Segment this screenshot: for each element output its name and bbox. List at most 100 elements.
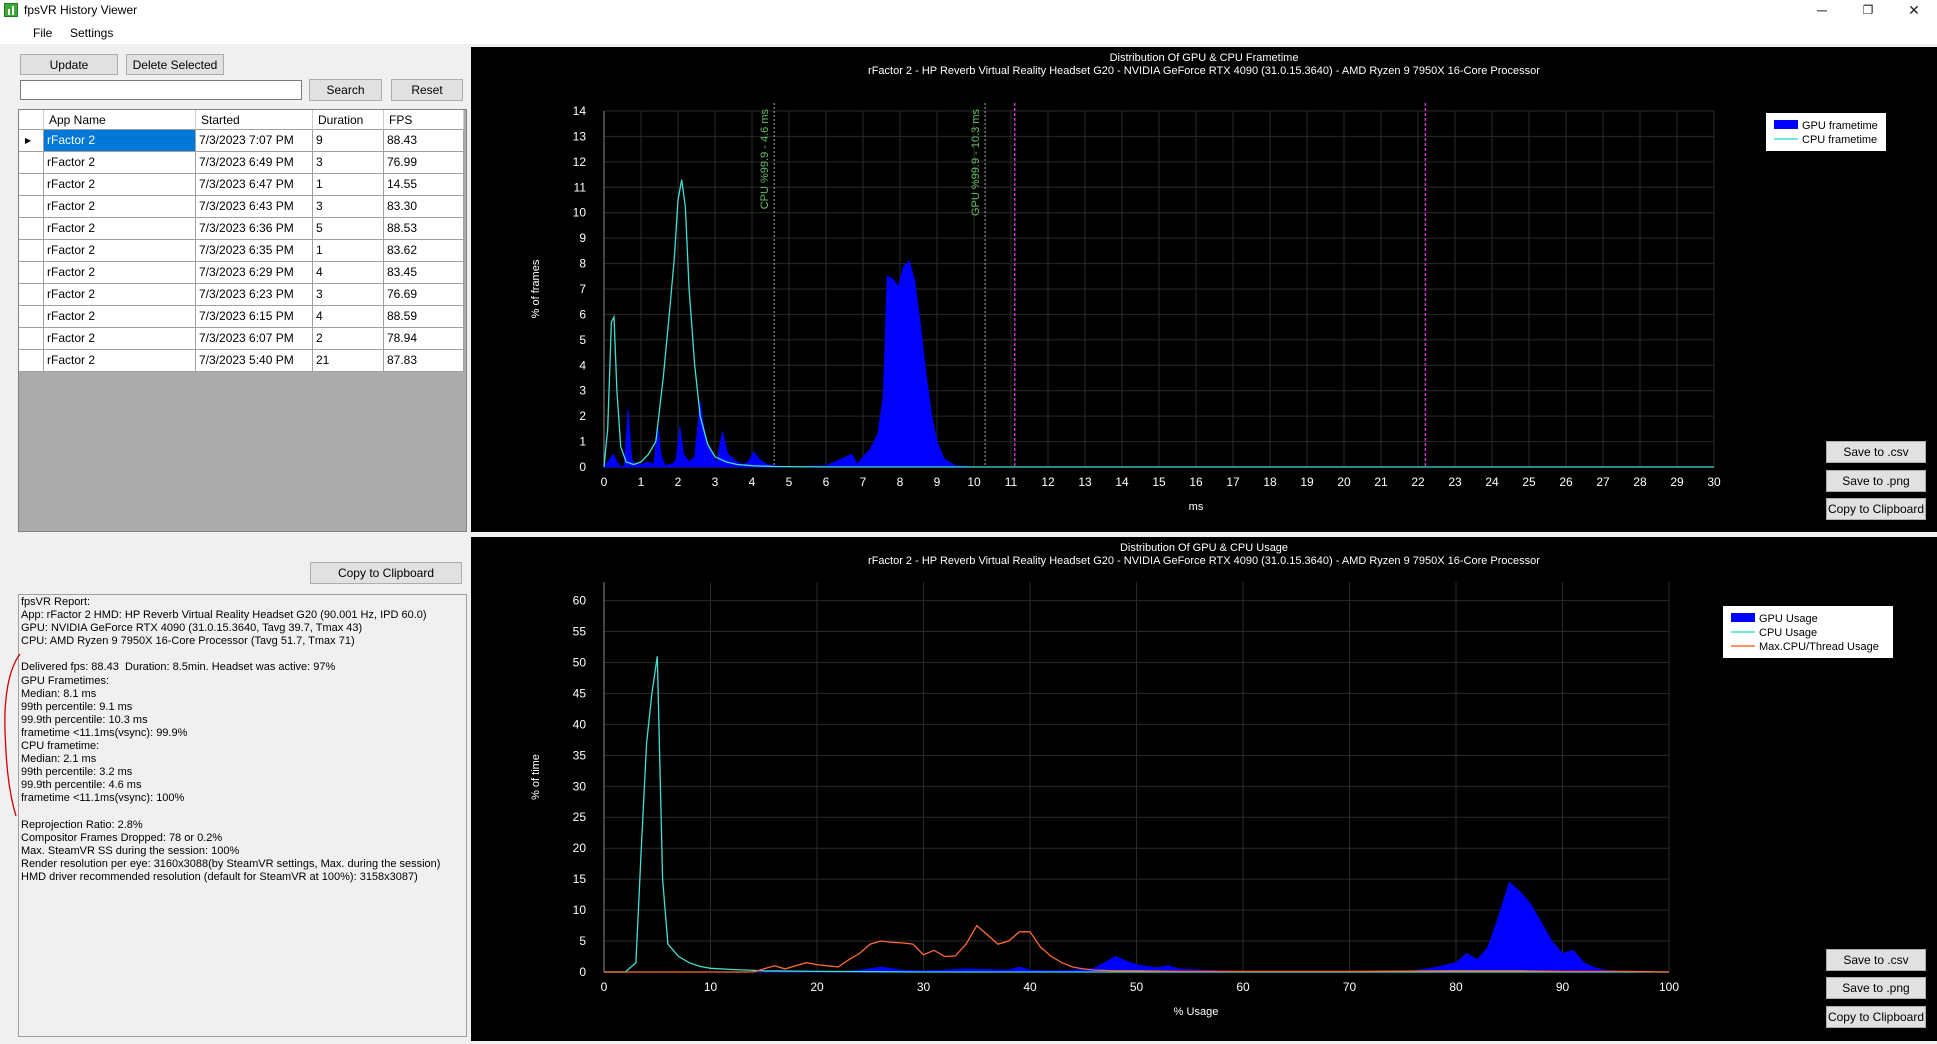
- table-cell[interactable]: 83.45: [384, 262, 464, 284]
- usage-save-csv-button[interactable]: Save to .csv: [1826, 949, 1926, 971]
- column-header[interactable]: App Name: [44, 110, 196, 130]
- x-tick-label: 1: [638, 475, 645, 489]
- x-tick-label: 22: [1411, 475, 1425, 489]
- row-header[interactable]: [19, 196, 44, 218]
- x-tick-label: 6: [823, 475, 830, 489]
- table-cell[interactable]: rFactor 2: [44, 328, 196, 350]
- column-header[interactable]: Duration: [313, 110, 384, 130]
- x-tick-label: 20: [1337, 475, 1351, 489]
- table-cell[interactable]: 7/3/2023 6:23 PM: [196, 284, 313, 306]
- table-cell[interactable]: 3: [313, 196, 384, 218]
- row-header[interactable]: [19, 262, 44, 284]
- table-cell[interactable]: 3: [313, 284, 384, 306]
- table-cell[interactable]: 7/3/2023 6:36 PM: [196, 218, 313, 240]
- table-cell[interactable]: 21: [313, 350, 384, 372]
- delete-selected-button[interactable]: Delete Selected: [126, 54, 224, 75]
- minimize-icon[interactable]: ─: [1799, 0, 1845, 22]
- table-cell[interactable]: 88.59: [384, 306, 464, 328]
- table-cell[interactable]: 2: [313, 328, 384, 350]
- table-cell[interactable]: 7/3/2023 7:07 PM: [196, 130, 313, 152]
- usage-copy-clipboard-button[interactable]: Copy to Clipboard: [1826, 1006, 1926, 1028]
- table-cell[interactable]: rFactor 2: [44, 174, 196, 196]
- menu-settings[interactable]: Settings: [70, 26, 113, 40]
- table-cell[interactable]: 83.62: [384, 240, 464, 262]
- table-cell[interactable]: 3: [313, 152, 384, 174]
- report-line: 99.9th percentile: 4.6 ms: [21, 779, 142, 792]
- row-header[interactable]: [19, 152, 44, 174]
- table-cell[interactable]: 7/3/2023 6:35 PM: [196, 240, 313, 262]
- table-cell[interactable]: rFactor 2: [44, 306, 196, 328]
- table-cell[interactable]: rFactor 2: [44, 152, 196, 174]
- table-cell[interactable]: 1: [313, 240, 384, 262]
- table-cell[interactable]: rFactor 2: [44, 350, 196, 372]
- close-icon[interactable]: ✕: [1891, 0, 1937, 22]
- menu-file[interactable]: File: [33, 26, 52, 40]
- table-cell[interactable]: 4: [313, 306, 384, 328]
- search-button[interactable]: Search: [309, 79, 382, 101]
- table-cell[interactable]: 83.30: [384, 196, 464, 218]
- frametime-save-csv-button[interactable]: Save to .csv: [1826, 441, 1926, 463]
- history-table[interactable]: App Name Started Duration FPS ▶ rFactor 2 7/3/…: [18, 109, 467, 532]
- frametime-copy-clipboard-button[interactable]: Copy to Clipboard: [1826, 498, 1926, 520]
- row-header[interactable]: [19, 350, 44, 372]
- table-cell[interactable]: 7/3/2023 6:07 PM: [196, 328, 313, 350]
- table-cell[interactable]: rFactor 2: [44, 218, 196, 240]
- x-tick-label: 17: [1226, 475, 1240, 489]
- table-cell[interactable]: rFactor 2: [44, 262, 196, 284]
- table-cell[interactable]: 4: [313, 262, 384, 284]
- table-cell[interactable]: 7/3/2023 6:29 PM: [196, 262, 313, 284]
- x-tick-label: 24: [1485, 475, 1499, 489]
- report-copy-to-clipboard-button[interactable]: Copy to Clipboard: [310, 562, 462, 584]
- x-tick-label: 90: [1556, 980, 1570, 994]
- y-tick-label: 11: [574, 180, 587, 194]
- table-cell[interactable]: rFactor 2: [44, 284, 196, 306]
- x-tick-label: 70: [1343, 980, 1357, 994]
- table-cell[interactable]: 87.83: [384, 350, 464, 372]
- current-row-indicator-icon[interactable]: ▶: [19, 130, 44, 152]
- update-button[interactable]: Update: [20, 54, 118, 75]
- report-line: frametime <11.1ms(vsync): 100%: [21, 792, 185, 805]
- reset-button[interactable]: Reset: [391, 79, 463, 101]
- table-cell[interactable]: 76.99: [384, 152, 464, 174]
- x-tick-label: 30: [917, 980, 931, 994]
- column-header[interactable]: FPS: [384, 110, 464, 130]
- table-cell[interactable]: rFactor 2: [44, 240, 196, 262]
- row-header[interactable]: [19, 240, 44, 262]
- maximize-icon[interactable]: ❐: [1845, 0, 1891, 22]
- x-tick-label: 27: [1596, 475, 1610, 489]
- table-cell[interactable]: 88.53: [384, 218, 464, 240]
- frametime-chart-panel: Distribution Of GPU & CPU Frametime rFact…: [471, 47, 1937, 532]
- usage-save-png-button[interactable]: Save to .png: [1826, 977, 1926, 999]
- table-cell[interactable]: 76.69: [384, 284, 464, 306]
- row-header[interactable]: [19, 328, 44, 350]
- table-cell[interactable]: 9: [313, 130, 384, 152]
- table-cell[interactable]: rFactor 2: [44, 196, 196, 218]
- y-axis-label: % of time: [530, 754, 542, 800]
- row-header[interactable]: [19, 306, 44, 328]
- table-cell[interactable]: 7/3/2023 6:43 PM: [196, 196, 313, 218]
- table-cell[interactable]: 78.94: [384, 328, 464, 350]
- table-cell[interactable]: 5: [313, 218, 384, 240]
- x-tick-label: 100: [1659, 980, 1679, 994]
- table-cell[interactable]: 7/3/2023 5:40 PM: [196, 350, 313, 372]
- x-axis-label: ms: [1189, 501, 1204, 513]
- frametime-save-png-button[interactable]: Save to .png: [1826, 470, 1926, 492]
- y-tick-label: 0: [579, 460, 586, 474]
- x-tick-label: 7: [860, 475, 867, 489]
- row-header[interactable]: [19, 218, 44, 240]
- table-cell[interactable]: 1: [313, 174, 384, 196]
- table-cell[interactable]: rFactor 2: [44, 130, 196, 152]
- row-header[interactable]: [19, 284, 44, 306]
- table-cell[interactable]: 88.43: [384, 130, 464, 152]
- row-header[interactable]: [19, 174, 44, 196]
- table-header-corner: [19, 110, 44, 130]
- table-cell[interactable]: 7/3/2023 6:49 PM: [196, 152, 313, 174]
- table-cell[interactable]: 14.55: [384, 174, 464, 196]
- column-header[interactable]: Started: [196, 110, 313, 130]
- report-line: Median: 8.1 ms: [21, 687, 97, 700]
- table-cell[interactable]: 7/3/2023 6:47 PM: [196, 174, 313, 196]
- frametime-chart: Distribution Of GPU & CPU FrametimerFact…: [530, 52, 1886, 513]
- search-input[interactable]: [20, 80, 302, 100]
- table-cell[interactable]: 7/3/2023 6:15 PM: [196, 306, 313, 328]
- x-tick-label: 2: [675, 475, 682, 489]
